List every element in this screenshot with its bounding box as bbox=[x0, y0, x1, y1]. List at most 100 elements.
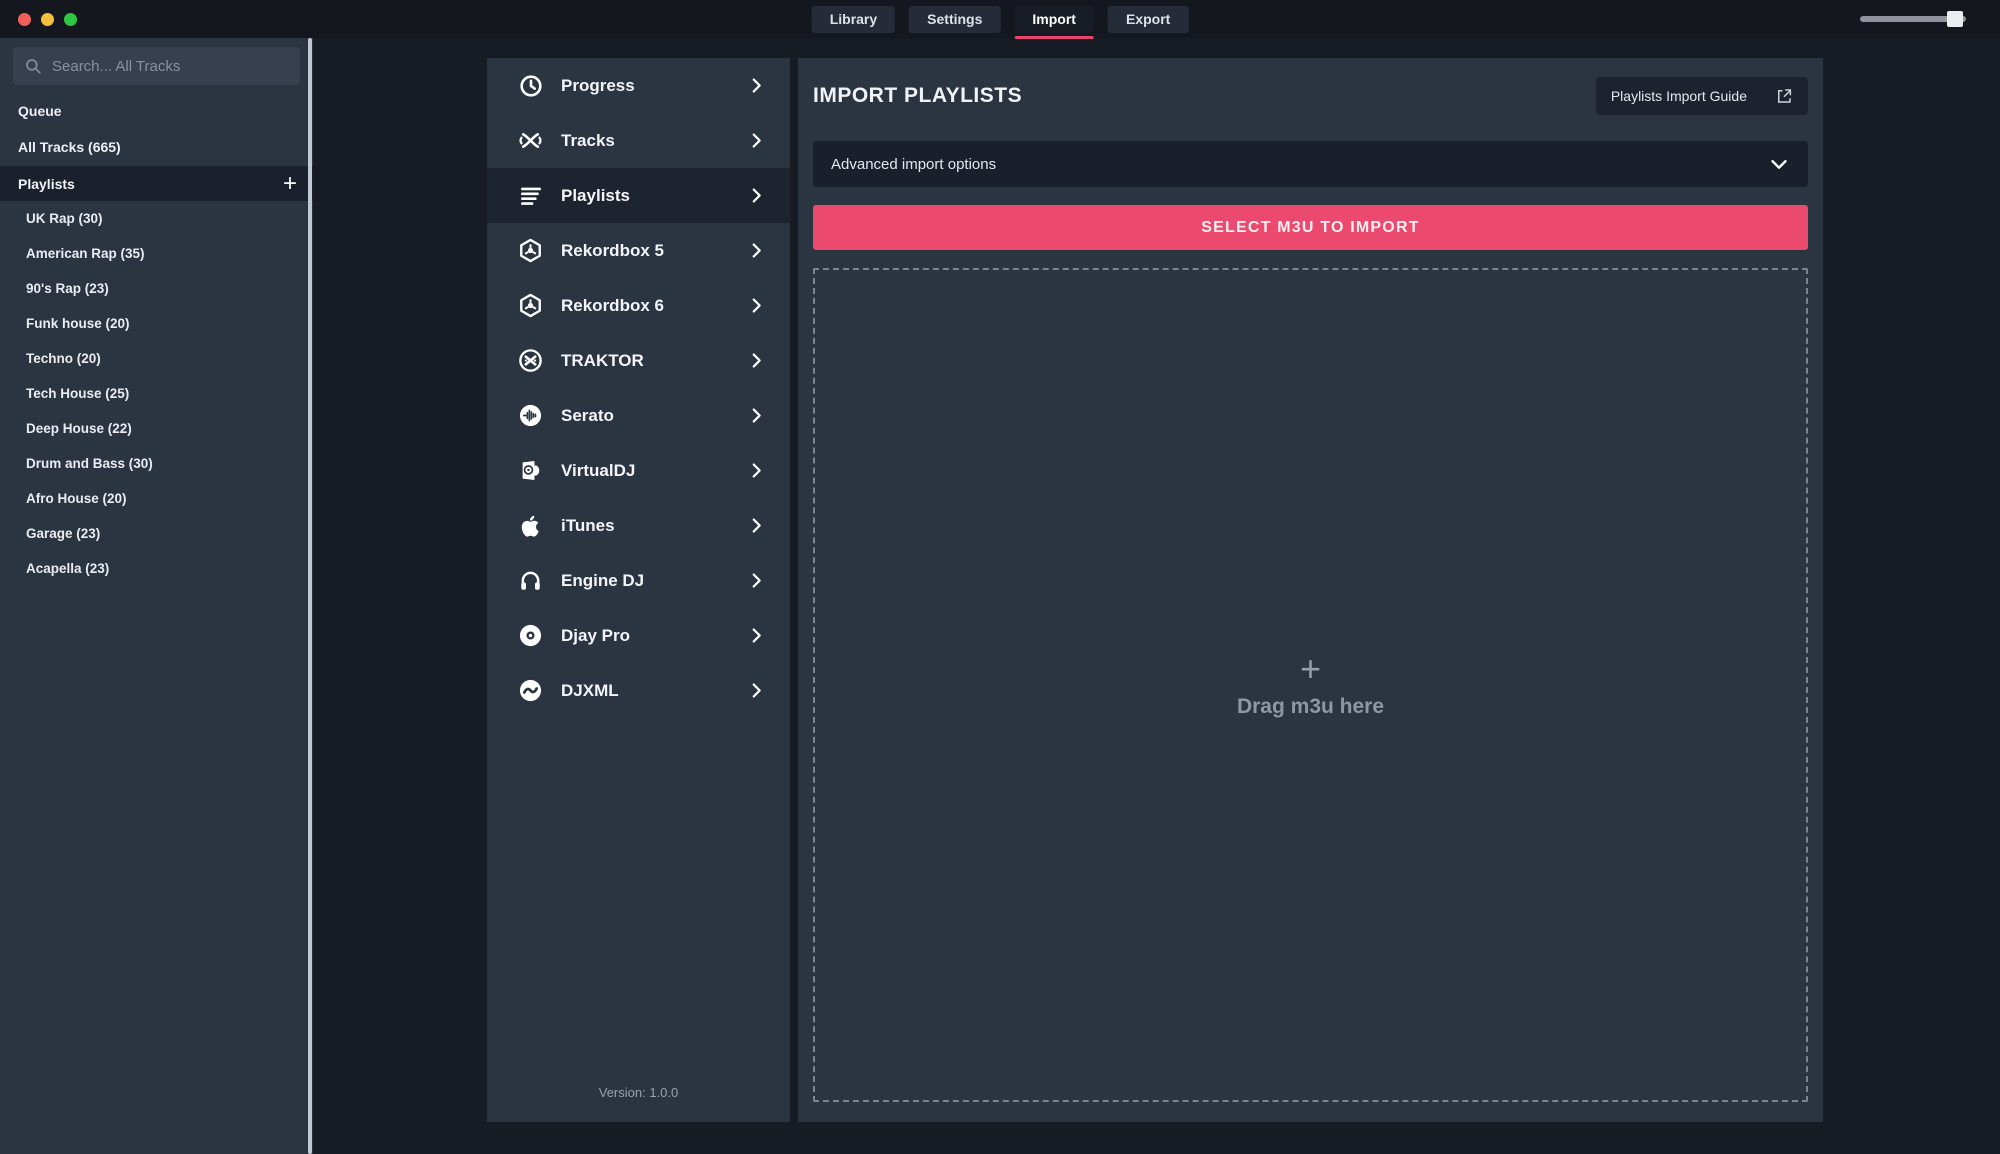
import-source-itunes[interactable]: iTunes bbox=[487, 498, 790, 553]
zoom-slider[interactable] bbox=[1860, 11, 1966, 27]
library-sidebar: Search... All Tracks Queue All Tracks (6… bbox=[0, 38, 313, 1154]
import-playlists-panel: IMPORT PLAYLISTS Playlists Import Guide … bbox=[798, 58, 1823, 1122]
import-source-djxml[interactable]: DJXML bbox=[487, 663, 790, 718]
playlist-icon bbox=[517, 182, 544, 209]
minimize-window-button[interactable] bbox=[41, 12, 54, 26]
dropzone-label: Drag m3u here bbox=[1236, 695, 1385, 718]
playlist-item-label: Garage (23) bbox=[26, 526, 101, 541]
chevron-right-icon bbox=[747, 681, 766, 700]
chevron-right-icon bbox=[747, 296, 766, 315]
rekordbox-icon bbox=[517, 237, 544, 264]
clock-icon bbox=[517, 72, 544, 99]
disc-icon bbox=[517, 622, 544, 649]
playlists-import-guide-button[interactable]: Playlists Import Guide bbox=[1595, 77, 1808, 115]
tab-library[interactable]: Library bbox=[811, 5, 896, 33]
chevron-right-icon bbox=[747, 626, 766, 645]
import-source-label: Playlists bbox=[561, 185, 630, 205]
sidebar-item-all-tracks[interactable]: All Tracks (665) bbox=[0, 129, 313, 165]
chevron-right-icon bbox=[747, 186, 766, 205]
headphones-icon bbox=[517, 567, 544, 594]
import-source-rekordbox-5[interactable]: Rekordbox 5 bbox=[487, 223, 790, 278]
chevron-right-icon bbox=[747, 571, 766, 590]
import-source-djay-pro[interactable]: Djay Pro bbox=[487, 608, 790, 663]
playlist-item-label: Drum and Bass (30) bbox=[26, 456, 153, 471]
import-source-label: Tracks bbox=[561, 130, 615, 150]
import-sources-list: Progress Tracks Playlists Rekordbox 5 Re… bbox=[487, 58, 790, 718]
tab-label: Import bbox=[1032, 11, 1076, 27]
chevron-right-icon bbox=[747, 241, 766, 260]
tracks-icon bbox=[517, 127, 544, 154]
playlist-item[interactable]: 90's Rap (23) bbox=[0, 271, 313, 306]
import-source-engine-dj[interactable]: Engine DJ bbox=[487, 553, 790, 608]
tab-label: Settings bbox=[927, 11, 983, 27]
chevron-right-icon bbox=[747, 406, 766, 425]
search-placeholder: Search... All Tracks bbox=[52, 57, 181, 75]
traffic-lights bbox=[0, 12, 77, 26]
tab-settings[interactable]: Settings bbox=[909, 5, 1001, 33]
import-source-label: Rekordbox 6 bbox=[561, 295, 664, 315]
import-source-label: Progress bbox=[561, 75, 635, 95]
tab-export[interactable]: Export bbox=[1107, 5, 1189, 33]
close-window-button[interactable] bbox=[18, 12, 31, 26]
playlist-item[interactable]: Funk house (20) bbox=[0, 306, 313, 341]
import-source-label: Djay Pro bbox=[561, 625, 630, 645]
chevron-right-icon bbox=[747, 131, 766, 150]
import-source-label: Engine DJ bbox=[561, 570, 645, 590]
sidebar-playlists-header[interactable]: Playlists + bbox=[0, 166, 313, 201]
playlist-item[interactable]: Garage (23) bbox=[0, 516, 313, 551]
search-input[interactable]: Search... All Tracks bbox=[13, 47, 300, 85]
chevron-right-icon bbox=[747, 516, 766, 535]
wave-icon bbox=[517, 677, 544, 704]
select-m3u-button[interactable]: SELECT M3U TO IMPORT bbox=[813, 205, 1808, 250]
zoom-slider-thumb[interactable] bbox=[1947, 11, 1963, 27]
import-source-label: Serato bbox=[561, 405, 614, 425]
import-source-playlists[interactable]: Playlists bbox=[487, 168, 790, 223]
playlist-item[interactable]: Tech House (25) bbox=[0, 376, 313, 411]
chevron-down-icon bbox=[1768, 153, 1790, 175]
import-source-rekordbox-6[interactable]: Rekordbox 6 bbox=[487, 278, 790, 333]
playlist-item-label: Funk house (20) bbox=[26, 316, 130, 331]
version-label: Version: 1.0.0 bbox=[598, 1085, 679, 1100]
playlist-item[interactable]: Afro House (20) bbox=[0, 481, 313, 516]
import-source-traktor[interactable]: TRAKTOR bbox=[487, 333, 790, 388]
import-source-progress[interactable]: Progress bbox=[487, 58, 790, 113]
playlist-item-label: Techno (20) bbox=[26, 351, 101, 366]
virtualdj-icon bbox=[517, 457, 544, 484]
tab-label: Library bbox=[829, 11, 878, 27]
import-source-virtualdj[interactable]: VirtualDJ bbox=[487, 443, 790, 498]
playlist-item[interactable]: Deep House (22) bbox=[0, 411, 313, 446]
serato-icon bbox=[517, 402, 544, 429]
sidebar-playlist-list: UK Rap (30) American Rap (35) 90's Rap (… bbox=[0, 201, 313, 586]
playlist-item[interactable]: Drum and Bass (30) bbox=[0, 446, 313, 481]
playlist-item-label: UK Rap (30) bbox=[26, 211, 103, 226]
playlist-item-label: 90's Rap (23) bbox=[26, 281, 109, 296]
chevron-right-icon bbox=[747, 76, 766, 95]
top-nav-tabs: Library Settings Import Export bbox=[811, 0, 1189, 39]
search-icon bbox=[26, 59, 41, 74]
tab-import[interactable]: Import bbox=[1014, 5, 1094, 39]
sidebar-scrollbar[interactable] bbox=[308, 38, 312, 1154]
import-source-serato[interactable]: Serato bbox=[487, 388, 790, 443]
sidebar-item-queue[interactable]: Queue bbox=[0, 93, 313, 129]
playlist-item-label: Afro House (20) bbox=[26, 491, 127, 506]
import-source-label: iTunes bbox=[561, 515, 615, 535]
page-title: IMPORT PLAYLISTS bbox=[813, 84, 1023, 107]
playlist-item[interactable]: American Rap (35) bbox=[0, 236, 313, 271]
advanced-import-options-toggle[interactable]: Advanced import options bbox=[813, 141, 1808, 187]
add-playlist-button[interactable]: + bbox=[283, 171, 297, 196]
apple-icon bbox=[517, 512, 544, 539]
playlist-item[interactable]: Techno (20) bbox=[0, 341, 313, 376]
chevron-right-icon bbox=[747, 461, 766, 480]
rekordbox-icon bbox=[517, 292, 544, 319]
playlist-item[interactable]: Acapella (23) bbox=[0, 551, 313, 586]
external-link-icon bbox=[1778, 89, 1792, 103]
m3u-dropzone[interactable]: + Drag m3u here bbox=[813, 268, 1808, 1102]
import-source-tracks[interactable]: Tracks bbox=[487, 113, 790, 168]
playlist-item-label: Acapella (23) bbox=[26, 561, 110, 576]
maximize-window-button[interactable] bbox=[64, 12, 77, 26]
playlist-item[interactable]: UK Rap (30) bbox=[0, 201, 313, 236]
plus-icon: + bbox=[1299, 648, 1322, 689]
import-sources-panel: Progress Tracks Playlists Rekordbox 5 Re… bbox=[487, 58, 790, 1122]
import-source-label: DJXML bbox=[561, 680, 619, 700]
tab-label: Export bbox=[1125, 11, 1171, 27]
